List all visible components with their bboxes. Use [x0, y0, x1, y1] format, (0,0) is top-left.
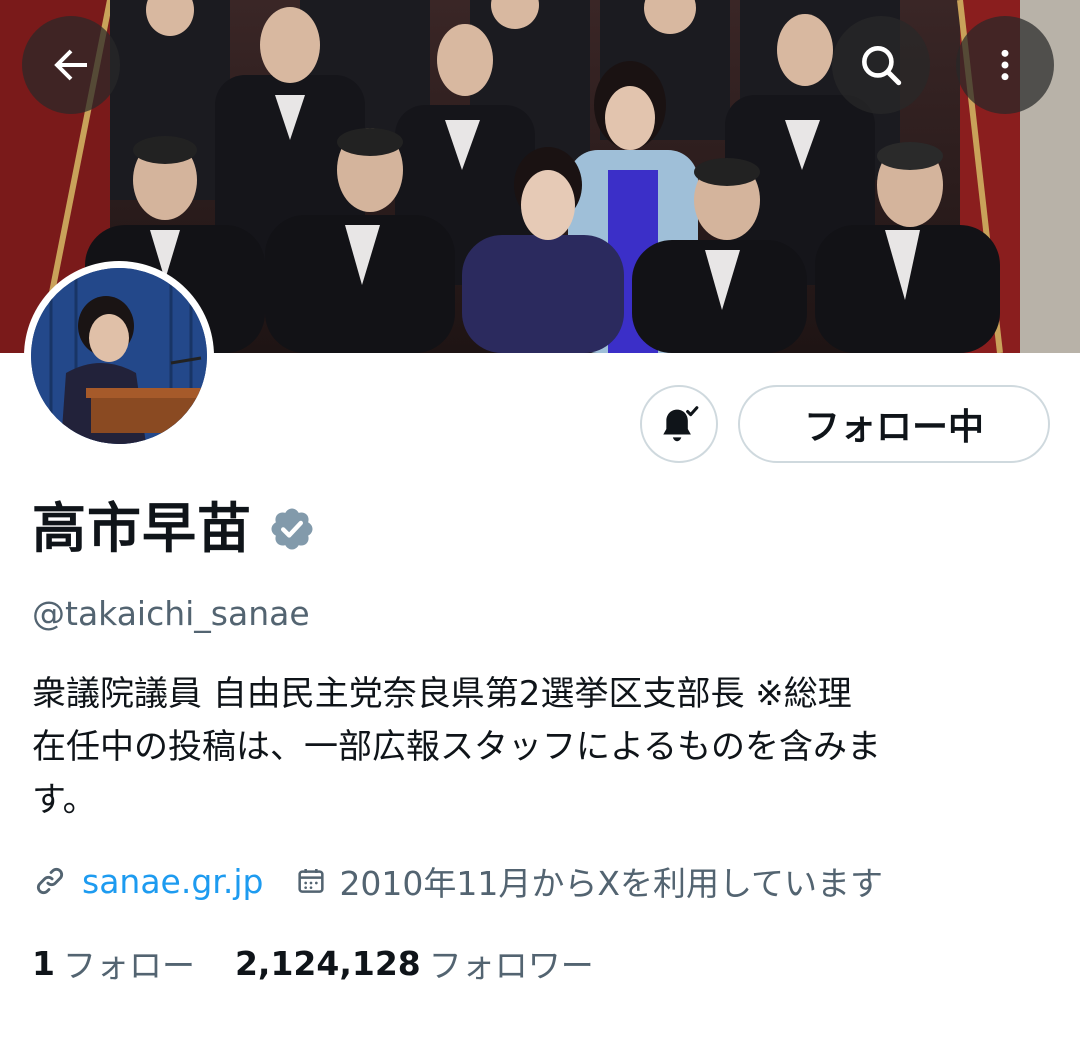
website-link[interactable]: sanae.gr.jp [82, 862, 263, 901]
following-stat[interactable]: 1 フォロー [32, 939, 195, 987]
following-button[interactable]: フォロー中 [738, 385, 1050, 463]
avatar-image [31, 268, 207, 444]
calendar-icon [298, 869, 325, 893]
following-label: フォロー [62, 946, 195, 985]
bio-line: す。 [32, 780, 97, 820]
profile-meta: sanae.gr.jp 2010年11月からXを利用しています [32, 858, 883, 904]
profile-bio: 衆議院議員 自由民主党奈良県第2選挙区支部長 ※総理 在任中の投稿は、一部広報ス… [32, 668, 1052, 827]
followers-label: フォロワー [428, 946, 594, 985]
join-date: 2010年11月からXを利用しています [339, 864, 884, 903]
back-button[interactable] [22, 16, 120, 114]
display-name-row: 高市早苗 [32, 496, 316, 562]
bio-line: 衆議院議員 自由民主党奈良県第2選挙区支部長 ※総理 [32, 674, 852, 714]
verified-badge-icon[interactable] [268, 505, 316, 553]
followers-stat[interactable]: 2,124,128 フォロワー [235, 939, 594, 987]
more-vertical-icon [1001, 49, 1009, 81]
profile-avatar[interactable] [24, 261, 214, 451]
bell-check-icon [663, 406, 699, 442]
user-handle: @takaichi_sanae [32, 594, 310, 633]
arrow-left-icon [54, 49, 87, 81]
search-button[interactable] [832, 16, 930, 114]
bio-line: 在任中の投稿は、一部広報スタッフによるものを含みま [32, 727, 881, 767]
following-count: 1 [32, 943, 55, 983]
followers-count: 2,124,128 [234, 943, 421, 983]
notifications-button[interactable] [640, 385, 718, 463]
link-icon [36, 867, 64, 895]
follow-stats: 1 フォロー 2,124,128 フォロワー [32, 940, 594, 986]
display-name: 高市早苗 [32, 497, 252, 560]
search-icon [862, 46, 902, 86]
avatar [31, 268, 207, 444]
more-options-button[interactable] [956, 16, 1054, 114]
